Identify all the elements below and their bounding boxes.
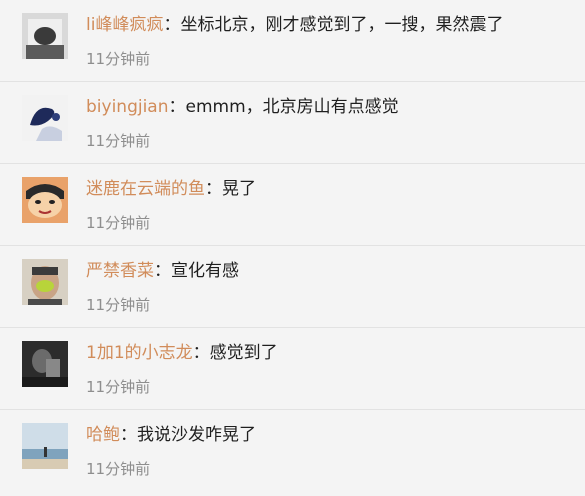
separator: ： — [154, 261, 171, 281]
user-avatar-icon[interactable] — [22, 177, 68, 223]
comment-time: 11分钟前 — [86, 460, 151, 478]
username-link[interactable]: biyingjian — [86, 97, 169, 117]
separator: ： — [192, 343, 210, 363]
comment-item: 1加1的小志龙：感觉到了 11分钟前 — [0, 328, 585, 410]
user-avatar-icon[interactable] — [22, 341, 68, 387]
comment-time: 11分钟前 — [86, 296, 151, 314]
comment-line: 1加1的小志龙：感觉到了 — [86, 341, 278, 365]
username-link[interactable]: 1加1的小志龙 — [86, 343, 193, 363]
user-avatar-icon[interactable] — [22, 95, 68, 141]
separator: ： — [120, 425, 137, 445]
comment-time: 11分钟前 — [86, 214, 151, 232]
separator: ： — [205, 179, 222, 199]
separator: ： — [168, 97, 186, 117]
username-link[interactable]: li峰峰疯疯 — [86, 15, 163, 35]
comment-text: 晃了 — [222, 179, 256, 199]
comment-line: 哈鲍：我说沙发咋晃了 — [86, 423, 256, 447]
comment-line: biyingjian：emmm，北京房山有点感觉 — [86, 95, 399, 119]
username-link[interactable]: 哈鲍 — [86, 425, 120, 445]
comment-line: 严禁香菜：宣化有感 — [86, 259, 239, 283]
user-avatar-icon[interactable] — [22, 13, 68, 59]
comment-text: 宣化有感 — [171, 261, 239, 281]
username-link[interactable]: 迷鹿在云端的鱼 — [86, 179, 205, 199]
comment-text: 坐标北京，刚才感觉到了，一搜，果然震了 — [180, 15, 504, 35]
user-avatar-icon[interactable] — [22, 423, 68, 469]
comment-text: 感觉到了 — [209, 343, 278, 363]
comment-item: biyingjian：emmm，北京房山有点感觉 11分钟前 — [0, 82, 585, 164]
username-link[interactable]: 严禁香菜 — [86, 261, 154, 281]
comment-line: 迷鹿在云端的鱼：晃了 — [86, 177, 256, 201]
comment-item: li峰峰疯疯：坐标北京，刚才感觉到了，一搜，果然震了 11分钟前 — [0, 0, 585, 82]
comment-text: emmm，北京房山有点感觉 — [185, 97, 399, 117]
comment-list: li峰峰疯疯：坐标北京，刚才感觉到了，一搜，果然震了 11分钟前 biyingj… — [0, 0, 585, 496]
comment-time: 11分钟前 — [86, 378, 151, 396]
comment-line: li峰峰疯疯：坐标北京，刚才感觉到了，一搜，果然震了 — [86, 13, 503, 37]
comment-time: 11分钟前 — [86, 132, 151, 150]
comment-item: 严禁香菜：宣化有感 11分钟前 — [0, 246, 585, 328]
user-avatar-icon[interactable] — [22, 259, 68, 305]
comment-item: 迷鹿在云端的鱼：晃了 11分钟前 — [0, 164, 585, 246]
comment-text: 我说沙发咋晃了 — [137, 425, 256, 445]
separator: ： — [163, 15, 181, 35]
comment-item: 哈鲍：我说沙发咋晃了 11分钟前 — [0, 410, 585, 492]
comment-time: 11分钟前 — [86, 50, 151, 68]
